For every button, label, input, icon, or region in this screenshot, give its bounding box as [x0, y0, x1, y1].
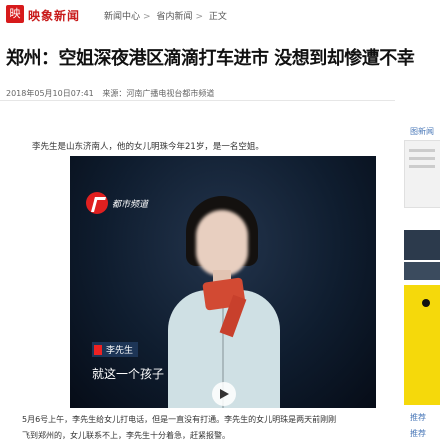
breadcrumb-separator: >: [143, 12, 151, 22]
article-meta: 2018年05月10日07:41 来源：河南广播电视台都市频道: [6, 88, 220, 99]
channel-logo-icon: [86, 192, 108, 214]
name-tag-label: 李先生: [106, 346, 134, 356]
sidebar-thumbnail[interactable]: [404, 140, 440, 208]
video-player[interactable]: 都市频道 李先生 就这一个孩子: [70, 156, 376, 408]
breadcrumb-item-news-center[interactable]: 新闻中心: [104, 12, 140, 22]
breadcrumb-item-current: 正文: [208, 12, 227, 22]
site-logo-icon[interactable]: 映: [6, 5, 24, 23]
site-header: 映 映象新闻 新闻中心 > 省内新闻 > 正文: [0, 0, 440, 28]
sidebar-ad-dark[interactable]: [404, 230, 440, 260]
name-tag-marker: [94, 344, 102, 355]
sidebar-label-recommend-1[interactable]: 推荐: [410, 412, 426, 423]
breadcrumb-separator: >: [195, 12, 203, 22]
caption-top: 李先生是山东济南人，他的女儿明珠今年21岁，是一名空姐。: [32, 142, 264, 152]
thumb-text-line: [409, 149, 435, 152]
caption-bottom-line-2: 飞到郑州的，女儿联系不上，李先生十分着急，赶紧报警。: [22, 431, 230, 440]
blurred-face: [196, 210, 248, 276]
sidebar-label-top[interactable]: 图新闻: [410, 126, 434, 137]
article-source: 来源：河南广播电视台都市频道: [102, 89, 215, 98]
name-tag: 李先生: [92, 342, 139, 357]
sidebar-ad-dark-2[interactable]: [404, 262, 440, 280]
interviewee-figure: [168, 196, 280, 408]
article-date: 2018年05月10日07:41: [6, 89, 94, 98]
caption-bottom-line-1: 5月6号上午，李先生给女儿打电话，但是一直没有打通。李先生的女儿明珠是两天前刚刚: [22, 415, 337, 424]
video-subtitle: 就这一个孩子: [92, 367, 165, 381]
divider: [0, 100, 395, 101]
sidebar-ad-yellow[interactable]: [404, 285, 440, 405]
article-title: 郑州：空姐深夜港区滴滴打车进市 没想到却惨遭不幸: [6, 48, 415, 69]
channel-name: 都市频道: [112, 199, 149, 210]
play-button-icon[interactable]: [212, 382, 236, 406]
breadcrumb: 新闻中心 > 省内新闻 > 正文: [104, 9, 230, 22]
thumb-text-line: [409, 165, 435, 168]
channel-logo: 都市频道: [86, 192, 148, 214]
site-brand[interactable]: 映象新闻: [28, 7, 80, 24]
sidebar-label-recommend-2[interactable]: 推荐: [410, 428, 426, 439]
breadcrumb-item-province[interactable]: 省内新闻: [156, 12, 192, 22]
thumb-text-line: [409, 157, 435, 160]
